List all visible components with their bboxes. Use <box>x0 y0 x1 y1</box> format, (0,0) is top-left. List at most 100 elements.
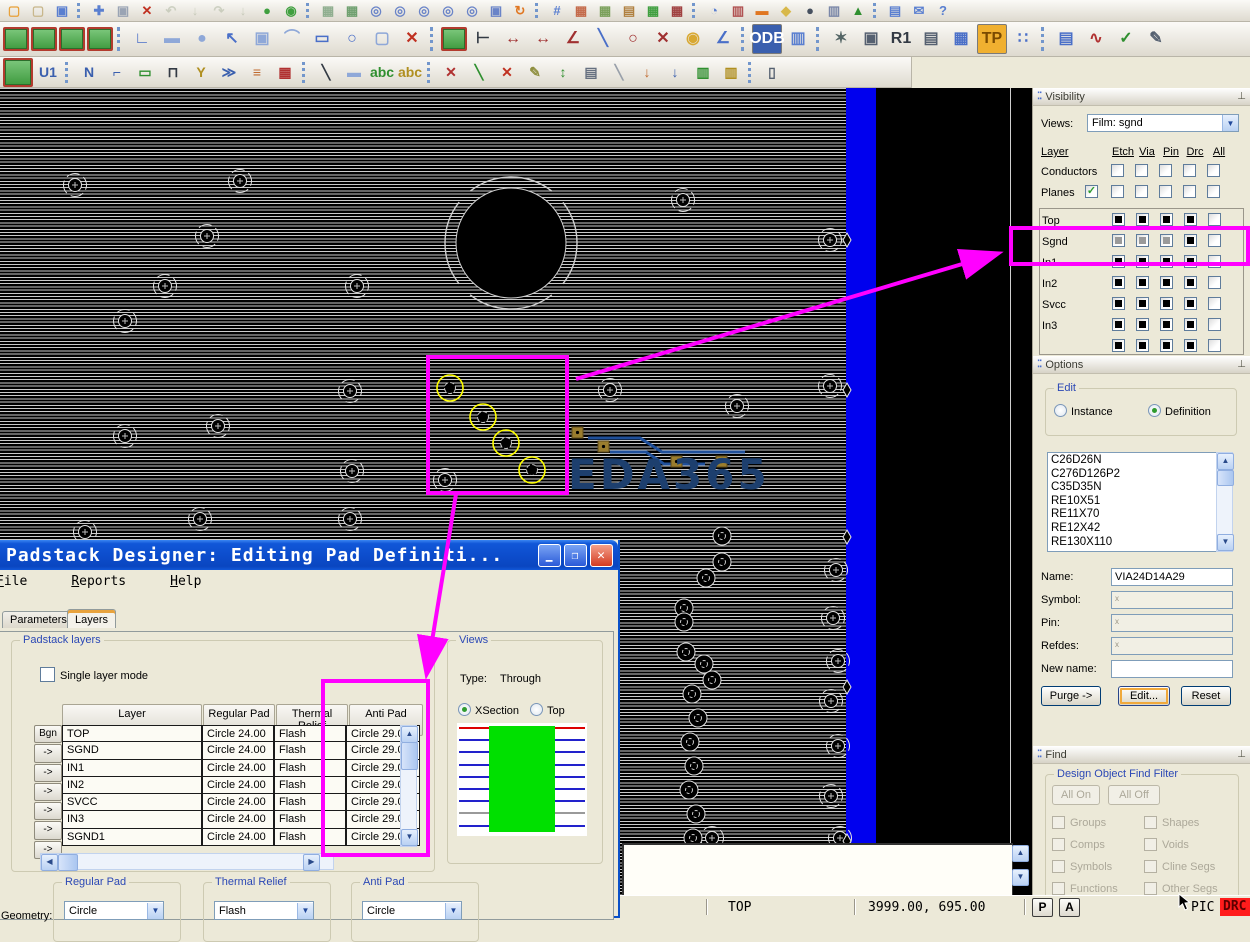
row-button[interactable]: -> <box>34 744 62 762</box>
top-radio[interactable]: Top <box>530 703 565 717</box>
move-icon[interactable]: ✚ <box>88 1 110 20</box>
edit-button[interactable]: Edit... <box>1118 686 1170 706</box>
board-plug-icon[interactable] <box>3 58 33 87</box>
cross-section-book-icon[interactable]: ▤ <box>1052 25 1080 53</box>
find-filter-cline-segs[interactable]: Cline Segs <box>1144 857 1236 879</box>
add-connect-icon[interactable]: N <box>76 60 102 85</box>
tab-parameters[interactable]: Parameters <box>2 611 75 628</box>
paste-down-icon[interactable]: ↓ <box>184 1 206 20</box>
snapshot-camera-icon[interactable]: ▣ <box>857 25 885 53</box>
tune-report-icon[interactable]: ✎ <box>522 60 548 85</box>
visibility-checkbox-all[interactable] <box>1208 234 1221 247</box>
slide-icon[interactable]: ⌐ <box>104 60 130 85</box>
fanout-icon[interactable]: ≡ <box>244 60 270 85</box>
scroll-left-icon[interactable]: ◀ <box>41 854 58 871</box>
row-button[interactable]: -> <box>34 764 62 782</box>
visibility-checkbox-via[interactable] <box>1136 255 1149 268</box>
padstack-listbox[interactable]: C26D26NC276D126P2C35D35NRE10X51RE11X70RE… <box>1047 452 1233 552</box>
visibility-checkbox-via[interactable] <box>1136 339 1149 352</box>
constraint-lights-icon[interactable]: ▥ <box>690 60 716 85</box>
dim-radius-icon[interactable]: ○ <box>619 25 647 53</box>
visibility-checkbox-etch[interactable] <box>1112 339 1125 352</box>
copy-icon[interactable]: ▣ <box>112 1 134 20</box>
column-header-layer[interactable]: Layer <box>1041 146 1091 158</box>
window-tree-icon[interactable]: ▦ <box>341 1 363 20</box>
visibility-checkbox-all[interactable] <box>1208 255 1221 268</box>
chevron-down-icon[interactable]: ▼ <box>445 903 461 919</box>
visibility-checkbox-drc[interactable] <box>1184 297 1197 310</box>
dim-cut-icon[interactable]: ✕ <box>649 25 677 53</box>
highlight-icon[interactable]: ◆ <box>775 1 797 20</box>
pin-tool-icon[interactable]: ◉ <box>280 1 302 20</box>
apply-down-icon[interactable]: ↓ <box>232 1 254 20</box>
color-priority-icon[interactable]: ▦ <box>570 1 592 20</box>
mail-icon[interactable]: ✉ <box>908 1 930 20</box>
add-line-icon[interactable]: ∟ <box>128 25 156 53</box>
scroll-down-icon[interactable]: ▼ <box>401 829 418 846</box>
visibility-checkbox-drc[interactable] <box>1184 234 1197 247</box>
visibility-checkbox-pin[interactable] <box>1160 213 1173 226</box>
visibility-checkbox-all[interactable] <box>1208 276 1221 289</box>
purge-button[interactable]: Purge -> <box>1041 686 1101 706</box>
visibility-checkbox-via[interactable] <box>1136 297 1149 310</box>
testpoint-icon[interactable]: TP <box>977 24 1007 54</box>
dim-angle-icon[interactable]: ∠ <box>559 25 587 53</box>
table-hscrollbar[interactable]: ◀ ▶ <box>40 853 334 870</box>
visibility-checkbox-all[interactable] <box>1208 339 1221 352</box>
rect-outline-icon[interactable]: ▭ <box>308 25 336 53</box>
shove-icon[interactable]: ▣ <box>248 25 276 53</box>
undo-icon[interactable]: ↶ <box>160 1 182 20</box>
table-row[interactable]: IN1Circle 24.00FlashCircle 29.00 <box>62 760 420 777</box>
table-vscrollbar[interactable]: ▲ ▼ <box>400 725 417 847</box>
probe-plug-icon[interactable]: ▯ <box>759 60 785 85</box>
menu-file[interactable]: File <box>0 574 49 589</box>
column-header-pin[interactable]: Pin <box>1159 146 1183 158</box>
find-filter-groups[interactable]: Groups <box>1052 813 1138 835</box>
name-field[interactable]: VIA24D14A29 <box>1111 568 1233 586</box>
dim-leader-icon[interactable]: ╲ <box>589 25 617 53</box>
dim-linear-icon[interactable]: ↔ <box>499 25 527 53</box>
find-filter-shapes[interactable]: Shapes <box>1144 813 1236 835</box>
visibility-checkbox-via[interactable] <box>1135 164 1148 177</box>
list-item[interactable]: C35D35N <box>1051 481 1229 495</box>
stackup-icon[interactable]: ▥ <box>823 1 845 20</box>
definition-radio[interactable]: Definition <box>1148 404 1211 418</box>
menu-reports[interactable]: Reports <box>71 574 148 589</box>
scroll-down-icon[interactable]: ▼ <box>1217 534 1234 551</box>
visibility-checkbox-etch[interactable] <box>1111 164 1124 177</box>
maximize-button[interactable]: ❒ <box>564 544 587 567</box>
instance-radio[interactable]: Instance <box>1054 404 1113 418</box>
visibility-checkbox-etch[interactable] <box>1112 234 1125 247</box>
find-filter-symbols[interactable]: Symbols <box>1052 857 1138 879</box>
filter-icon[interactable]: ▲ <box>847 1 869 20</box>
visibility-checkbox-all[interactable] <box>1208 297 1221 310</box>
scrollbar-thumb[interactable] <box>1217 470 1234 486</box>
text-edit-icon[interactable]: abc <box>397 60 423 85</box>
pin-icon[interactable]: ⊥ <box>1237 359 1246 370</box>
delete-mode-icon[interactable]: ✕ <box>398 25 426 53</box>
redo-icon[interactable]: ↷ <box>208 1 230 20</box>
clock-status-icon[interactable]: ◔ <box>703 1 725 20</box>
scroll-up-icon[interactable]: ▲ <box>1217 453 1234 470</box>
via-pattern-icon[interactable]: ▦ <box>272 60 298 85</box>
anti-pad-geometry-dropdown[interactable]: Circle ▼ <box>362 901 462 920</box>
table-row[interactable]: IN3Circle 24.00FlashCircle 29.00 <box>62 811 420 828</box>
visibility-checkbox-pin[interactable] <box>1160 276 1173 289</box>
notes-list-icon[interactable]: ▤ <box>917 25 945 53</box>
p-toggle-button[interactable]: P <box>1032 898 1053 917</box>
visibility-checkbox-via[interactable] <box>1135 185 1148 198</box>
dim-balloon-icon[interactable]: ◉ <box>679 25 707 53</box>
pad-grid-icon[interactable]: ∷ <box>1009 25 1037 53</box>
list-item[interactable]: C26D26N <box>1051 454 1229 468</box>
find-filter-voids[interactable]: Voids <box>1144 835 1236 857</box>
stretch-trace-icon[interactable]: ⊓ <box>160 60 186 85</box>
table-row[interactable]: IN2Circle 24.00FlashCircle 29.00 <box>62 777 420 794</box>
text-add-icon[interactable]: abc <box>369 60 395 85</box>
line-tool-icon[interactable]: ╲ <box>313 60 339 85</box>
table-row[interactable]: SVCCCircle 24.00FlashCircle 29.00 <box>62 794 420 811</box>
properties-variant-icon[interactable]: R1 <box>887 25 915 53</box>
status-report-icon[interactable]: ▥ <box>727 1 749 20</box>
visibility-checkbox-drc[interactable] <box>1184 255 1197 268</box>
board-route-icon[interactable] <box>31 27 57 51</box>
visibility-checkbox-drc[interactable] <box>1184 213 1197 226</box>
